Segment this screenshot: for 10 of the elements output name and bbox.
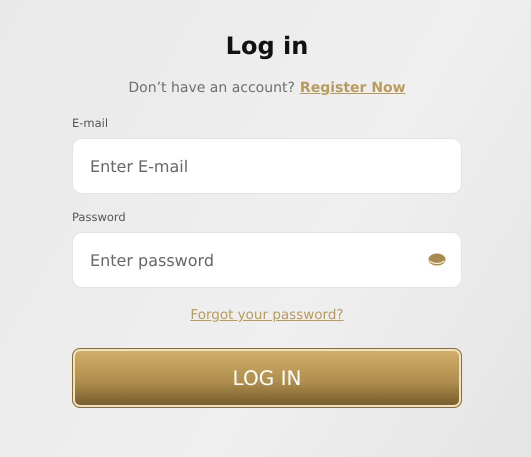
field-label: Password xyxy=(72,210,126,224)
field-label: E-mail xyxy=(72,116,108,130)
login-button[interactable]: LOG IN xyxy=(72,348,462,408)
register-prompt: Don’t have an account? xyxy=(128,80,295,96)
register-link[interactable]: Register Now xyxy=(300,80,406,96)
eye-icon[interactable] xyxy=(428,253,446,266)
page-title: Log in xyxy=(226,32,308,60)
forgot-password-link[interactable]: Forgot your password? xyxy=(190,307,344,323)
email-field[interactable]: Enter E-mail xyxy=(72,138,462,194)
password-field[interactable]: Enter password xyxy=(72,232,462,288)
